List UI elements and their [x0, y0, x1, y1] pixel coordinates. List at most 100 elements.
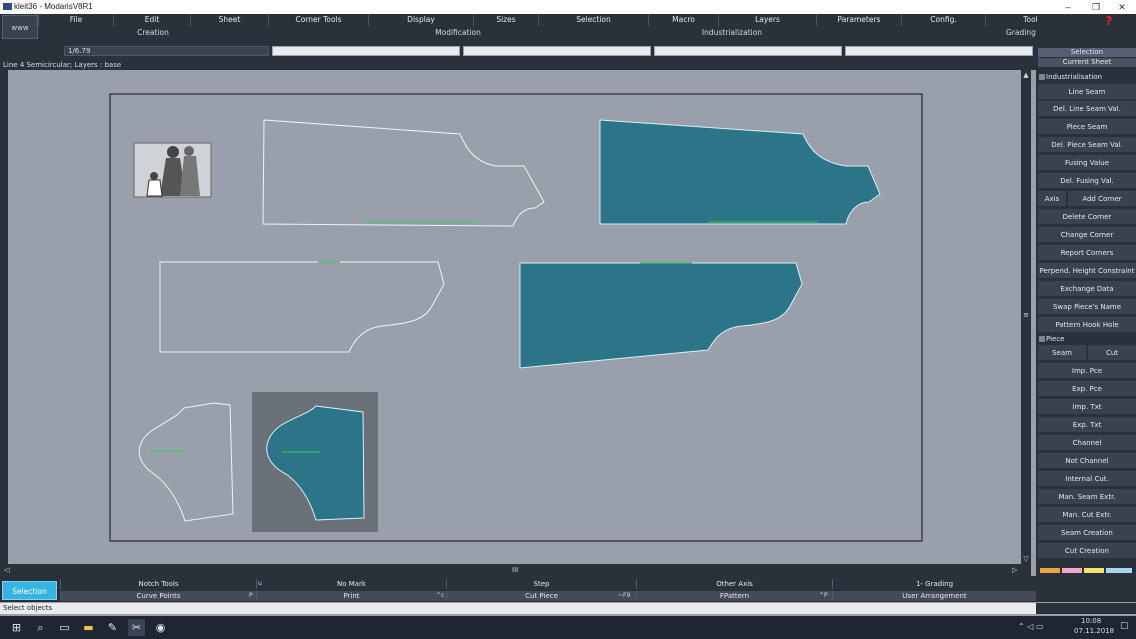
menu-display[interactable]: Display	[368, 14, 473, 26]
selection-button[interactable]: Selection	[2, 581, 57, 600]
restore-button[interactable]: ❐	[1082, 0, 1110, 14]
app2-taskbar-icon[interactable]: ◉	[152, 619, 169, 636]
section-industrialisation[interactable]: Industrialisation	[1038, 72, 1136, 82]
notch-tools-button[interactable]: Notch Tools	[60, 579, 256, 589]
task-view-icon[interactable]: ▭	[56, 619, 73, 636]
pattern-sheet[interactable]	[8, 70, 1020, 564]
horizontal-scrollbar[interactable]: ◁ III ▷	[0, 564, 1031, 576]
cut-button[interactable]: Cut	[1088, 345, 1136, 361]
grading-button[interactable]: 1- Grading	[832, 579, 1036, 589]
imp-pce-button[interactable]: Imp. Pce	[1038, 363, 1136, 379]
user-arrangement-button[interactable]: User Arrangement	[832, 591, 1036, 601]
del-piece-seam-val-button[interactable]: Del. Piece Seam Val.	[1038, 137, 1136, 153]
help-icon[interactable]: ?	[1102, 15, 1116, 27]
axis-button[interactable]: Axis	[1038, 191, 1066, 207]
section-toggle-icon[interactable]	[1039, 336, 1045, 342]
input-field-4[interactable]	[845, 46, 1033, 56]
submenu-grading[interactable]: Grading	[816, 27, 1136, 39]
scale-field[interactable]: 1/6.79	[64, 46, 269, 56]
tray-icons[interactable]: ⌃ ◁ ▭	[1018, 622, 1044, 631]
scroll-right-icon[interactable]: ▷	[1012, 564, 1017, 576]
clock-date[interactable]: 07.11.2018	[1074, 627, 1114, 635]
section-toggle-icon[interactable]	[1039, 74, 1045, 80]
color-swatch[interactable]	[1062, 568, 1082, 573]
swap-piece-name-button[interactable]: Swap Piece's Name	[1038, 299, 1136, 315]
pattern-piece-5[interactable]	[138, 402, 234, 522]
piece-seam-button[interactable]: Piece Seam	[1038, 119, 1136, 135]
vertical-scrollbar[interactable]: ▲ ≡ ▽	[1021, 70, 1031, 564]
scroll-left-icon[interactable]: ◁	[4, 564, 9, 576]
pattern-piece-3[interactable]	[159, 261, 445, 353]
www-button[interactable]: www	[2, 15, 38, 39]
change-corner-button[interactable]: Change Corner	[1038, 227, 1136, 243]
modaris-taskbar-icon[interactable]: ✂	[128, 619, 145, 636]
fusing-value-button[interactable]: Fusing Value	[1038, 155, 1136, 171]
menu-corner-tools[interactable]: Corner Tools	[268, 14, 368, 26]
menu-selection[interactable]: Selection	[538, 14, 648, 26]
imp-txt-button[interactable]: Imp. Txt	[1038, 399, 1136, 415]
submenu-creation[interactable]: Creation	[38, 27, 268, 39]
file-explorer-icon[interactable]: ▬	[80, 619, 97, 636]
print-button[interactable]: Print	[256, 591, 446, 601]
pattern-piece-1[interactable]	[262, 119, 545, 227]
cut-creation-button[interactable]: Cut Creation	[1038, 543, 1136, 559]
input-field-1[interactable]	[272, 46, 460, 56]
submenu-modification[interactable]: Modification	[268, 27, 648, 39]
minimize-button[interactable]: –	[1054, 0, 1082, 14]
search-icon[interactable]: ⌕	[32, 619, 49, 636]
seam-button[interactable]: Seam	[1038, 345, 1086, 361]
add-corner-button[interactable]: Add Corner	[1068, 191, 1136, 207]
app-icon-taskbar[interactable]: ✎	[104, 619, 121, 636]
man-seam-extr-button[interactable]: Man. Seam Extr.	[1038, 489, 1136, 505]
model-thumbnail-image[interactable]	[133, 142, 212, 198]
delete-corner-button[interactable]: Delete Corner	[1038, 209, 1136, 225]
input-field-2[interactable]	[463, 46, 651, 56]
color-swatch[interactable]	[1084, 568, 1104, 573]
menu-layers[interactable]: Layers	[718, 14, 816, 26]
clock-time[interactable]: 10:08	[1081, 617, 1101, 625]
menu-tool[interactable]: Tool	[985, 14, 1075, 26]
internal-cut-button[interactable]: Internal Cut.	[1038, 471, 1136, 487]
report-corners-button[interactable]: Report Corners	[1038, 245, 1136, 261]
notification-icon[interactable]: ▢	[1120, 621, 1129, 631]
exp-txt-button[interactable]: Exp. Txt	[1038, 417, 1136, 433]
no-mark-button[interactable]: No Mark	[256, 579, 446, 589]
seam-creation-button[interactable]: Seam Creation	[1038, 525, 1136, 541]
menu-macro[interactable]: Macro	[648, 14, 718, 26]
panel-current-sheet-header[interactable]: Current Sheet	[1038, 58, 1136, 67]
close-button[interactable]: ✕	[1108, 0, 1136, 14]
exp-pce-button[interactable]: Exp. Pce	[1038, 381, 1136, 397]
curve-points-button[interactable]: Curve Points	[60, 591, 256, 601]
color-swatch[interactable]	[1106, 568, 1132, 573]
line-seam-button[interactable]: Line Seam	[1038, 84, 1136, 100]
del-fusing-val-button[interactable]: Del. Fusing Val.	[1038, 173, 1136, 189]
scroll-up-icon[interactable]: ▲	[1021, 70, 1031, 80]
exchange-data-button[interactable]: Exchange Data	[1038, 281, 1136, 297]
menu-parameters[interactable]: Parameters	[816, 14, 901, 26]
pattern-piece-4[interactable]	[519, 262, 803, 369]
step-button[interactable]: Step	[446, 579, 636, 589]
perpend-height-constraint-button[interactable]: Perpend. Height Constraint	[1038, 263, 1136, 279]
scroll-down-icon[interactable]: ▽	[1021, 554, 1031, 564]
submenu-industrialization[interactable]: Industrialization	[648, 27, 816, 39]
menu-edit[interactable]: Edit	[113, 14, 190, 26]
del-line-seam-val-button[interactable]: Del. Line Seam Val.	[1038, 101, 1136, 117]
menu-sizes[interactable]: Sizes	[473, 14, 538, 26]
panel-selection-header[interactable]: Selection	[1038, 48, 1136, 57]
scroll-hthumb-icon[interactable]: III	[512, 564, 518, 576]
channel-button[interactable]: Channel	[1038, 435, 1136, 451]
cut-piece-button[interactable]: Cut Piece	[446, 591, 636, 601]
menu-sheet[interactable]: Sheet	[190, 14, 268, 26]
menu-config[interactable]: Config.	[901, 14, 985, 26]
pattern-hook-hole-button[interactable]: Pattern Hook Hole	[1038, 317, 1136, 333]
fpattern-button[interactable]: FPattern	[636, 591, 832, 601]
color-swatch[interactable]	[1040, 568, 1060, 573]
drawing-canvas[interactable]	[8, 70, 1020, 564]
input-field-3[interactable]	[654, 46, 842, 56]
other-axis-button[interactable]: Other Axis	[636, 579, 832, 589]
section-piece[interactable]: Piece	[1038, 334, 1136, 344]
windows-start-icon[interactable]: ⊞	[8, 619, 25, 636]
man-cut-extr-button[interactable]: Man. Cut Extr.	[1038, 507, 1136, 523]
scroll-thumb-icon[interactable]: ≡	[1021, 310, 1031, 320]
pattern-piece-2[interactable]	[599, 119, 881, 225]
